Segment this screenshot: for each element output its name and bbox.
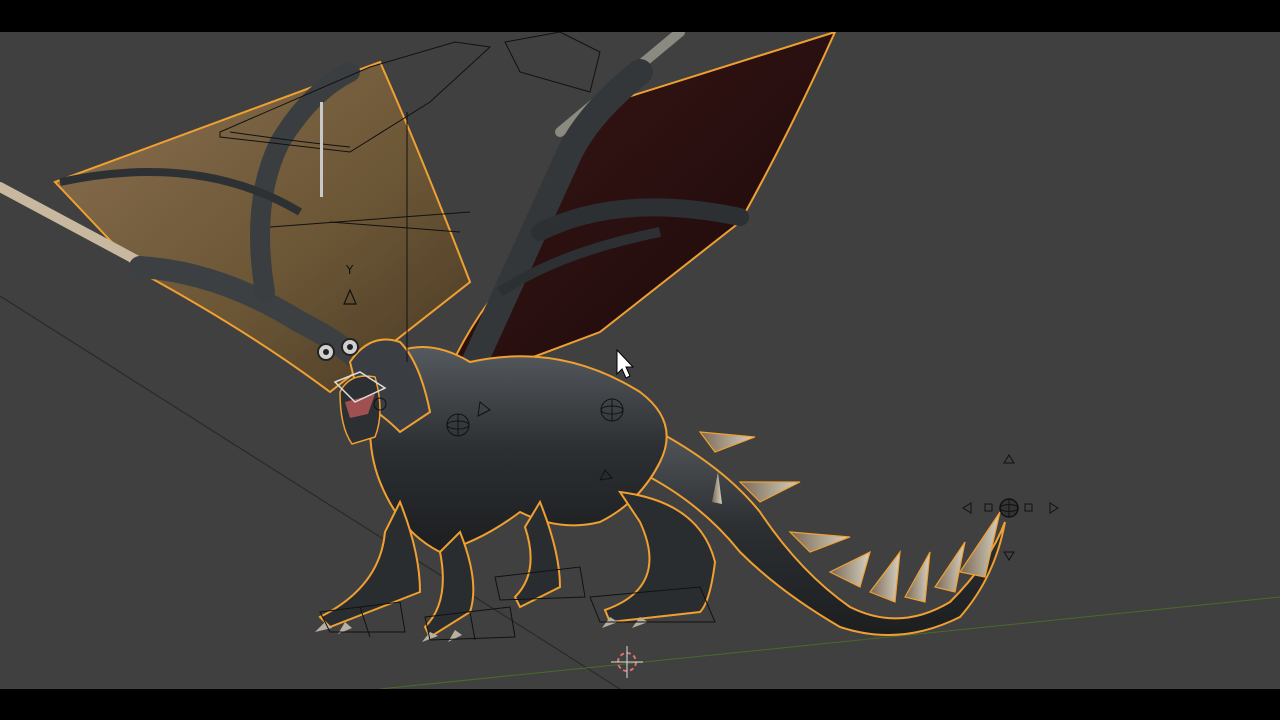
viewport-canvas[interactable]: Y bbox=[0, 32, 1280, 689]
letterbox-bottom bbox=[0, 689, 1280, 720]
3d-viewport[interactable]: Y bbox=[0, 32, 1280, 689]
mouse-pointer-icon bbox=[616, 348, 635, 379]
bone-stick bbox=[320, 102, 323, 197]
letterbox-top bbox=[0, 0, 1280, 32]
transform-manipulator-icon[interactable] bbox=[962, 454, 1059, 561]
svg-text:Y: Y bbox=[345, 263, 354, 277]
dragon-body[interactable] bbox=[315, 338, 722, 643]
3d-cursor-icon[interactable] bbox=[611, 646, 643, 678]
right-wing[interactable] bbox=[438, 32, 837, 394]
